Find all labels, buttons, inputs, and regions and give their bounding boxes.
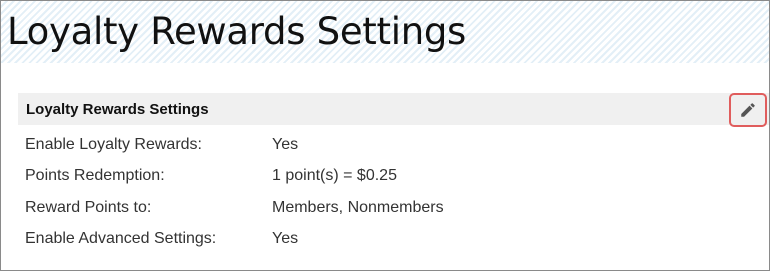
settings-window: Loyalty Rewards Settings Loyalty Rewards… — [0, 0, 770, 271]
setting-label: Enable Loyalty Rewards: — [25, 135, 202, 153]
page-title: Loyalty Rewards Settings — [7, 10, 467, 53]
setting-value: Members, Nonmembers — [272, 198, 444, 216]
setting-value: Yes — [272, 230, 299, 248]
pencil-icon — [739, 101, 757, 119]
page-header: Loyalty Rewards Settings — [1, 1, 769, 63]
setting-label: Points Redemption: — [25, 167, 165, 185]
setting-value: 1 point(s) = $0.25 — [272, 167, 397, 185]
setting-label: Reward Points to: — [25, 198, 152, 216]
settings-list: Enable Loyalty Rewards: Yes Points Redem… — [18, 125, 769, 256]
setting-row-advanced-settings: Enable Advanced Settings: Yes — [18, 224, 769, 256]
edit-button[interactable] — [729, 93, 767, 127]
setting-value: Yes — [272, 135, 299, 153]
panel-title: Loyalty Rewards Settings — [26, 100, 209, 118]
setting-row-enable-loyalty: Enable Loyalty Rewards: Yes — [18, 129, 769, 161]
setting-row-points-redemption: Points Redemption: 1 point(s) = $0.25 — [18, 161, 769, 193]
setting-label: Enable Advanced Settings: — [25, 230, 217, 248]
panel-header: Loyalty Rewards Settings — [18, 93, 769, 127]
setting-row-reward-points-to: Reward Points to: Members, Nonmembers — [18, 192, 769, 224]
loyalty-settings-panel: Loyalty Rewards Settings Enable Loyalty … — [18, 93, 769, 256]
